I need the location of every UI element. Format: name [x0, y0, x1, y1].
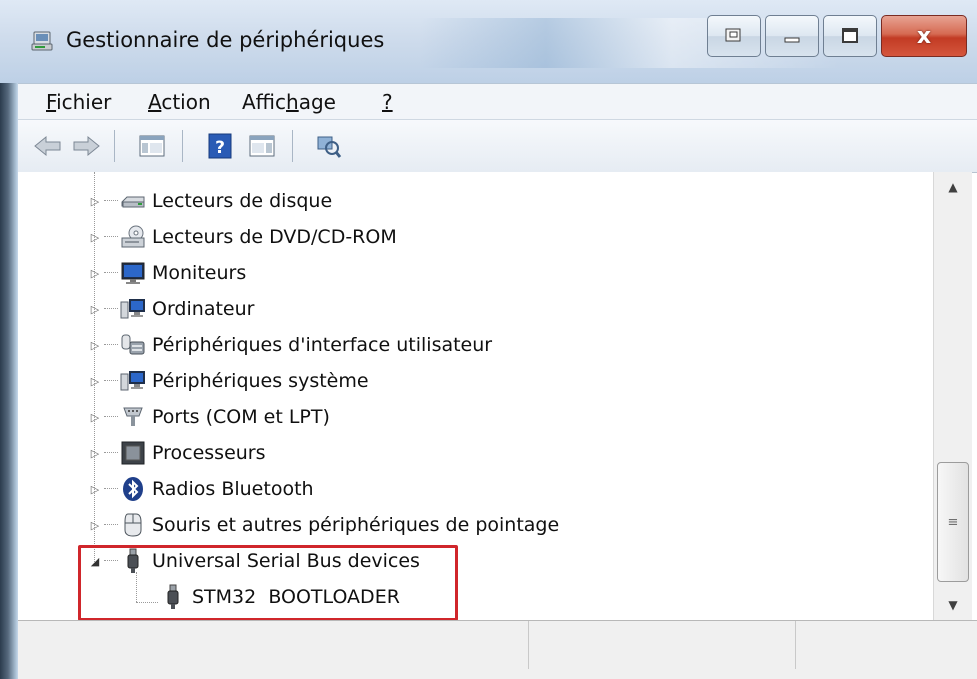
show-action-pane-icon: [249, 135, 275, 157]
pin-icon: [725, 28, 741, 42]
tree-node-label: Lecteurs de DVD/CD-ROM: [152, 226, 397, 248]
menu-affichage[interactable]: Affichage: [242, 90, 336, 114]
tree-node-label: Radios Bluetooth: [152, 478, 314, 500]
window-left-edge: [0, 0, 18, 679]
dvd-drive-icon: [120, 224, 146, 250]
grip-icon: ≡: [947, 514, 959, 530]
action-pane-button[interactable]: [246, 132, 278, 160]
forward-button[interactable]: [70, 132, 102, 160]
ports-icon: [120, 404, 146, 430]
maximize-button[interactable]: [823, 15, 877, 57]
computer-icon: [120, 296, 146, 322]
toolbar: ?: [18, 119, 977, 173]
forward-icon: [73, 135, 100, 157]
tree-node-monitors[interactable]: ▷ Moniteurs: [88, 256, 246, 290]
help-icon: ?: [208, 133, 232, 159]
show-hide-console-tree-icon: [139, 135, 165, 157]
expand-arrow-icon[interactable]: ▷: [88, 302, 102, 316]
expand-arrow-icon[interactable]: ▷: [88, 266, 102, 280]
system-devices-icon: [120, 368, 146, 394]
tree-node-label: Périphériques système: [152, 370, 369, 392]
hid-icon: [120, 332, 146, 358]
tree-node-computer[interactable]: ▷ Ordinateur: [88, 292, 255, 326]
tree-node-label: Moniteurs: [152, 262, 247, 284]
tree-node-label: Périphériques d'interface utilisateur: [152, 334, 493, 356]
expand-arrow-icon[interactable]: ▷: [88, 446, 102, 460]
tree-node-label: Ports (COM et LPT): [152, 406, 330, 428]
scroll-thumb[interactable]: ≡: [937, 462, 969, 582]
show-hide-tree-button[interactable]: [136, 132, 168, 160]
processor-icon: [120, 440, 146, 466]
title-bar[interactable]: Gestionnaire de périphériques x: [0, 0, 977, 83]
window-title: Gestionnaire de périphériques: [66, 28, 385, 52]
expand-arrow-icon[interactable]: ▷: [88, 230, 102, 244]
tree-node-label: Ordinateur: [152, 298, 255, 320]
bluetooth-icon: [120, 476, 146, 502]
tree-node-label: Processeurs: [152, 442, 266, 464]
tree-node-label: Lecteurs de disque: [152, 190, 333, 212]
scan-hardware-button[interactable]: [312, 132, 344, 160]
scroll-up-arrow-icon[interactable]: ▲: [934, 172, 972, 202]
help-button[interactable]: ?: [204, 132, 236, 160]
back-button[interactable]: [32, 132, 64, 160]
monitor-icon: [120, 260, 146, 286]
minimize-button[interactable]: [765, 15, 819, 57]
expand-arrow-icon[interactable]: ▷: [88, 338, 102, 352]
tree-node-ports[interactable]: ▷ Ports (COM et LPT): [88, 400, 330, 434]
tree-node-bluetooth[interactable]: ▷ Radios Bluetooth: [88, 472, 314, 506]
minimize-icon: [784, 37, 800, 43]
status-pane-2: [529, 621, 796, 669]
back-icon: [34, 135, 61, 157]
pin-button[interactable]: [707, 15, 761, 57]
window-controls: x: [707, 15, 967, 59]
tree-node-disk-drives[interactable]: ▷ Lecteurs de disque: [88, 184, 332, 218]
maximize-icon: [842, 28, 858, 43]
close-button[interactable]: x: [881, 15, 967, 57]
menu-action[interactable]: Action: [148, 90, 211, 114]
menu-fichier-rest: ichier: [56, 90, 112, 114]
status-bar: [18, 620, 977, 679]
menu-help[interactable]: ?: [382, 90, 393, 114]
tree-node-label: Souris et autres périphériques de pointa…: [152, 514, 560, 536]
scroll-down-arrow-icon[interactable]: ▼: [934, 590, 972, 620]
status-pane-1: [18, 621, 529, 669]
expand-arrow-icon[interactable]: ▷: [88, 374, 102, 388]
svg-text:?: ?: [215, 138, 225, 158]
close-icon: x: [916, 23, 932, 49]
expand-arrow-icon[interactable]: ▷: [88, 518, 102, 532]
tree-node-dvd-drives[interactable]: ▷ Lecteurs de DVD/CD-ROM: [88, 220, 397, 254]
vertical-scrollbar[interactable]: ▲ ≡ ▼: [933, 172, 972, 620]
tree-node-system-devices[interactable]: ▷ Périphériques système: [88, 364, 369, 398]
expand-arrow-icon[interactable]: ▷: [88, 482, 102, 496]
menu-bar: Fichier Action Affichage ?: [18, 83, 977, 120]
menu-fichier[interactable]: Fichier: [46, 90, 111, 114]
scan-hardware-icon: [317, 136, 342, 158]
tree-node-mice[interactable]: ▷ Souris et autres périphériques de poin…: [88, 508, 559, 542]
highlight-annotation-box: [78, 545, 458, 621]
device-manager-icon: [30, 28, 56, 54]
expand-arrow-icon[interactable]: ▷: [88, 410, 102, 424]
mouse-icon: [120, 512, 146, 538]
device-manager-window: Gestionnaire de périphériques x Fichier …: [0, 0, 977, 679]
disk-drive-icon: [120, 188, 146, 214]
tree-node-hid[interactable]: ▷ Périphériques d'interface utilisateur: [88, 328, 492, 362]
tree-node-processors[interactable]: ▷ Processeurs: [88, 436, 266, 470]
expand-arrow-icon[interactable]: ▷: [88, 194, 102, 208]
